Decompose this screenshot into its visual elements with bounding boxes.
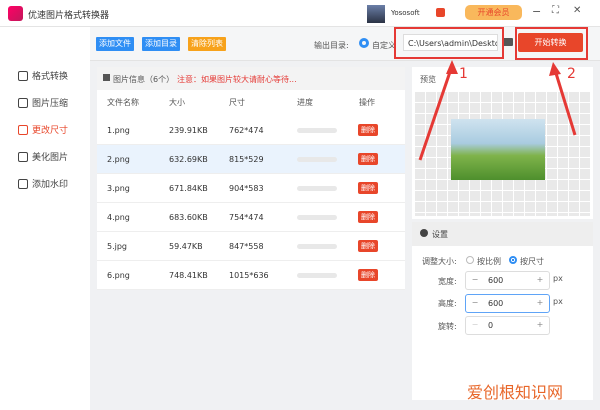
annotation-arrows (418, 60, 577, 161)
watermark: 爱创根知识网 (467, 383, 564, 402)
annotation-label-2: 2 (567, 66, 576, 82)
arrow-1 (418, 65, 454, 161)
arrow-1-head (446, 60, 458, 74)
arrow-2-head (549, 62, 561, 76)
annotation-label-1: 1 (459, 66, 468, 82)
